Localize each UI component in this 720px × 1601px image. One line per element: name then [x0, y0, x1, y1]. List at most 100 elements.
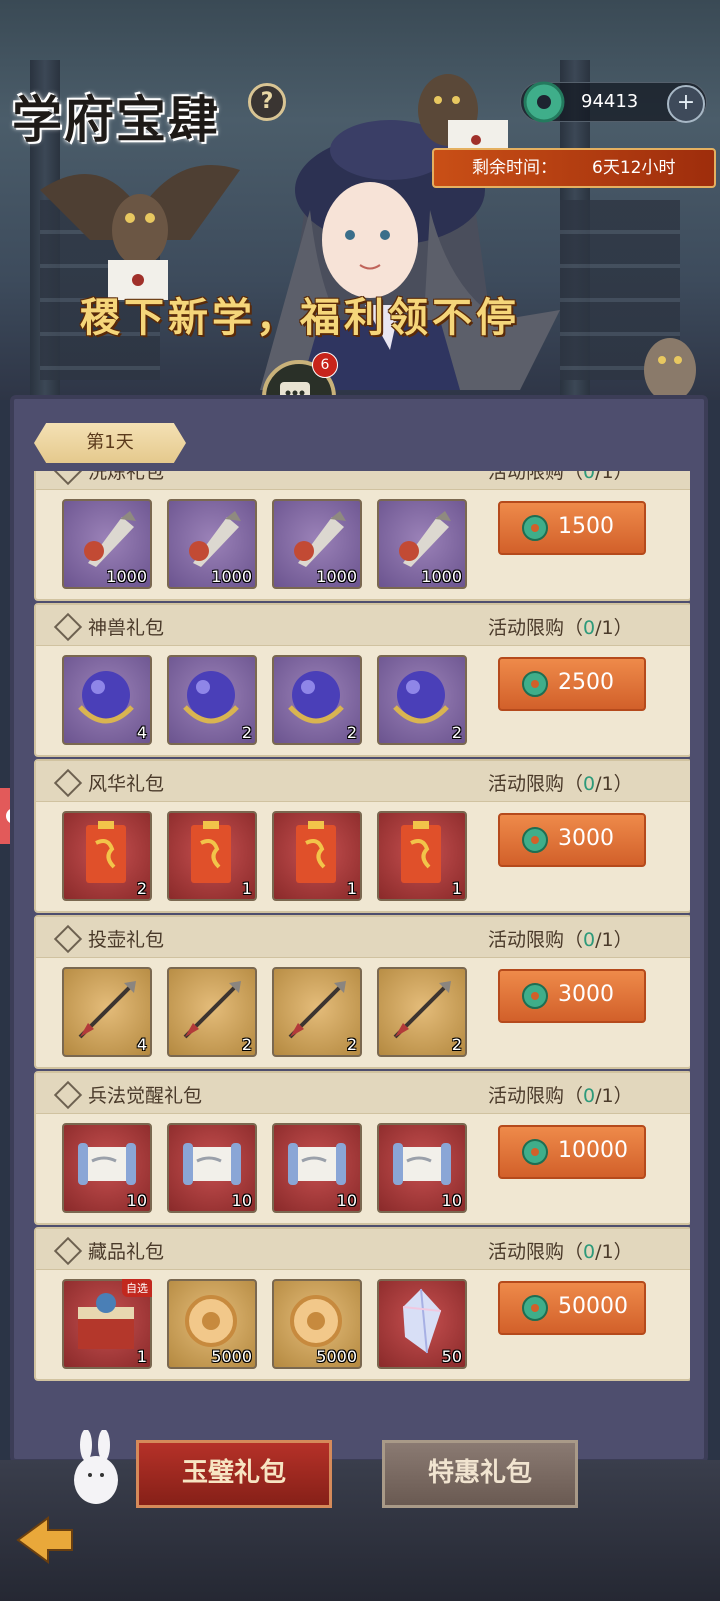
reward-item[interactable]: 10 — [167, 1123, 257, 1213]
reward-item[interactable]: 1000 — [62, 499, 152, 589]
pack-list[interactable]: 洗炼礼包 活动限购（0/1） 1000 1000 1000 1000 1500 … — [30, 471, 690, 1383]
add-currency-button[interactable]: + — [667, 85, 705, 123]
reward-item[interactable]: 1000 — [272, 499, 362, 589]
buy-button[interactable]: 2500 — [498, 657, 646, 711]
buy-price: 3000 — [558, 982, 614, 1007]
jade-coin-icon — [522, 1295, 548, 1321]
reward-item[interactable]: 1 — [167, 811, 257, 901]
limit-count: 0 — [583, 773, 596, 795]
tab-jade-pack[interactable]: 玉璧礼包 — [136, 1440, 332, 1508]
limit-count: 0 — [583, 1085, 596, 1107]
pack-name: 兵法觉醒礼包 — [88, 1085, 203, 1107]
purchase-limit: 活动限购（0/1） — [488, 769, 633, 796]
limit-prefix: 活动限购（ — [488, 617, 584, 639]
reward-item[interactable]: 5000 — [167, 1279, 257, 1369]
day-tab[interactable]: 第1天 — [34, 423, 186, 463]
reward-item[interactable]: 10 — [272, 1123, 362, 1213]
help-button[interactable]: ? — [248, 83, 286, 121]
item-quantity: 2 — [241, 1035, 252, 1054]
reward-item[interactable]: 2 — [377, 655, 467, 745]
reward-item[interactable]: 2 — [167, 967, 257, 1057]
pack-name: 风华礼包 — [88, 773, 165, 795]
reward-item[interactable]: 1 — [377, 811, 467, 901]
reward-item[interactable]: 2 — [272, 655, 362, 745]
item-quantity: 4 — [136, 1035, 147, 1054]
pack-card-header: 风华礼包 活动限购（0/1） — [36, 761, 690, 802]
pack-card-header: 神兽礼包 活动限购（0/1） — [36, 605, 690, 646]
page-title: 学府宝肆 — [12, 90, 220, 149]
reward-item[interactable]: 2 — [167, 655, 257, 745]
buy-price: 50000 — [558, 1294, 628, 1319]
reward-item[interactable]: 4 — [62, 967, 152, 1057]
reward-item[interactable]: 1000 — [377, 499, 467, 589]
item-quantity: 1 — [346, 879, 357, 898]
item-quantity: 1 — [241, 879, 252, 898]
plus-icon: + — [676, 90, 696, 115]
jade-coin-icon — [522, 1139, 548, 1165]
jade-coin-icon — [523, 81, 565, 123]
purchase-limit: 活动限购（0/1） — [488, 471, 633, 484]
owl-illustration — [40, 165, 240, 300]
reward-item[interactable]: 1 — [272, 811, 362, 901]
item-quantity: 2 — [451, 1035, 462, 1054]
jade-coin-icon — [522, 671, 548, 697]
item-quantity: 1000 — [211, 567, 252, 586]
jade-coin-icon — [522, 515, 548, 541]
item-quantity: 2 — [136, 879, 147, 898]
item-quantity: 10 — [126, 1191, 147, 1210]
rabbit-mascot — [74, 1430, 118, 1504]
reward-item[interactable]: 5000 — [272, 1279, 362, 1369]
purchase-limit: 活动限购（0/1） — [488, 1237, 633, 1264]
back-arrow-button[interactable] — [8, 1510, 78, 1570]
limit-prefix: 活动限购（ — [488, 471, 584, 483]
question-icon: ? — [260, 89, 274, 114]
reward-item[interactable]: 自选 1 — [62, 1279, 152, 1369]
buy-button[interactable]: 1500 — [498, 501, 646, 555]
reward-item[interactable]: 2 — [62, 811, 152, 901]
pack-card-header: 洗炼礼包 活动限购（0/1） — [36, 471, 690, 490]
back-arrow-icon — [16, 1516, 73, 1564]
tab-special-pack[interactable]: 特惠礼包 — [382, 1440, 578, 1508]
item-tag: 自选 — [122, 1279, 152, 1297]
reward-item[interactable]: 1000 — [167, 499, 257, 589]
limit-suffix: /1） — [595, 471, 633, 483]
buy-button[interactable]: 3000 — [498, 813, 646, 867]
buy-button[interactable]: 3000 — [498, 969, 646, 1023]
purchase-limit: 活动限购（0/1） — [488, 925, 633, 952]
item-quantity: 2 — [241, 723, 252, 742]
reward-item[interactable]: 10 — [377, 1123, 467, 1213]
reward-item[interactable]: 50 — [377, 1279, 467, 1369]
limit-suffix: /1） — [595, 929, 633, 951]
limit-prefix: 活动限购（ — [488, 1241, 584, 1263]
buy-button[interactable]: 10000 — [498, 1125, 646, 1179]
buy-price: 1500 — [558, 514, 614, 539]
limit-suffix: /1） — [595, 773, 633, 795]
diamond-icon — [53, 471, 83, 486]
pack-card: 投壶礼包 活动限购（0/1） 4 2 2 2 3000 — [34, 915, 690, 1069]
buy-button[interactable]: 50000 — [498, 1281, 646, 1335]
diamond-icon — [53, 612, 83, 642]
pack-name: 洗炼礼包 — [88, 471, 165, 483]
currency-amount: 94413 — [581, 91, 639, 112]
reward-item[interactable]: 4 — [62, 655, 152, 745]
limit-suffix: /1） — [595, 1085, 633, 1107]
item-quantity: 1 — [451, 879, 462, 898]
reward-item[interactable]: 2 — [377, 967, 467, 1057]
jade-coin-icon — [522, 827, 548, 853]
item-quantity: 1000 — [421, 567, 462, 586]
pack-card: 风华礼包 活动限购（0/1） 2 1 1 1 3000 — [34, 759, 690, 913]
pack-card-header: 藏品礼包 活动限购（0/1） — [36, 1229, 690, 1270]
buy-price: 10000 — [558, 1138, 628, 1163]
item-quantity: 1 — [136, 1347, 147, 1366]
purchase-limit: 活动限购（0/1） — [488, 1081, 633, 1108]
limit-prefix: 活动限购（ — [488, 929, 584, 951]
limit-count: 0 — [583, 617, 596, 639]
item-quantity: 1000 — [106, 567, 147, 586]
limit-prefix: 活动限购（ — [488, 773, 584, 795]
limit-count: 0 — [583, 1241, 596, 1263]
item-quantity: 4 — [136, 723, 147, 742]
reward-item[interactable]: 10 — [62, 1123, 152, 1213]
reward-item[interactable]: 2 — [272, 967, 362, 1057]
pack-name: 藏品礼包 — [88, 1241, 165, 1263]
item-quantity: 10 — [441, 1191, 462, 1210]
